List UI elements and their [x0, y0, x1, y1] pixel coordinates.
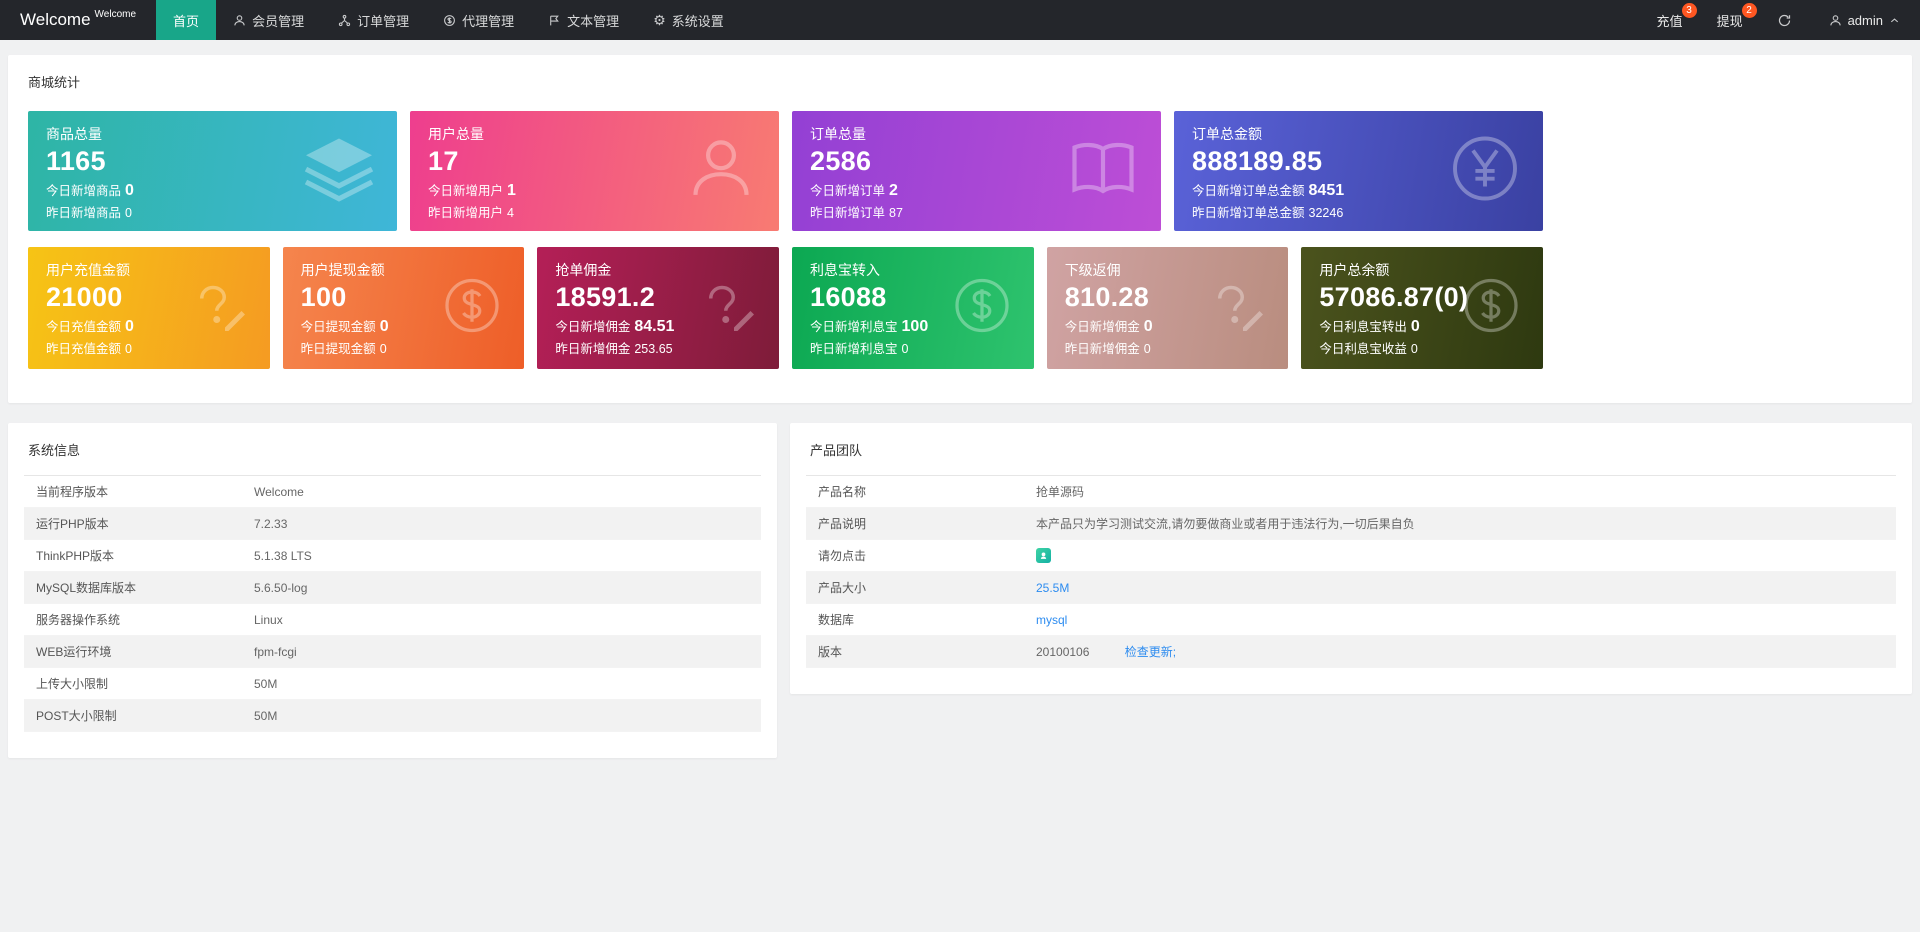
logo-superscript: Welcome [94, 8, 137, 20]
nav-item-label: 代理管理 [462, 13, 515, 29]
table-row: 产品说明 本产品只为学习测试交流,请勿要做商业或者用于违法行为,一切后果自负 [806, 507, 1896, 540]
table-row: 请勿点击 [806, 539, 1896, 572]
logo-text: Welcome [20, 10, 91, 29]
nav-item-home[interactable]: 首页 [156, 0, 217, 40]
top-navbar: Welcome Welcome 首页 会员管理 订单管理 代理管理 文本管理 ⚙… [0, 0, 1920, 40]
yen-circle-icon [1449, 133, 1521, 210]
stat-card-goods-total: 商品总量 1165 今日新增商品 0 昨日新增商品 0 [28, 111, 397, 231]
nav-item-text[interactable]: 文本管理 [531, 0, 636, 40]
stat-card-order-amount: 订单总金额 888189.85 今日新增订单总金额 8451 昨日新增订单总金额 3… [1174, 111, 1543, 231]
book-icon [1067, 133, 1139, 210]
nav-item-label: 订单管理 [357, 13, 410, 29]
stats-row-2: 用户充值金额 21000 今日充值金额 0 昨日充值金额 0 用户提现金额 100 … [28, 247, 1544, 369]
stats-panel: 商城统计 商品总量 1165 今日新增商品 0 昨日新增商品 0 用户总量 17 今… [8, 55, 1912, 403]
edit-icon [1206, 276, 1266, 341]
withdraw-badge: 2 [1741, 3, 1757, 18]
stat-card-withdraw-amount: 用户提现金额 100 今日提现金额 0 昨日提现金额 0 [282, 247, 525, 369]
chevron-up-icon [1889, 15, 1900, 26]
user-icon [233, 14, 246, 27]
stat-card-yesterday: 昨日新增佣金 253.65 [555, 342, 673, 356]
app-logo[interactable]: Welcome Welcome [0, 0, 156, 40]
nav-item-settings[interactable]: ⚙ 系统设置 [636, 0, 741, 40]
recharge-button[interactable]: 充值 3 [1640, 0, 1700, 40]
user-icon [1829, 14, 1842, 27]
withdraw-label: 提现 [1716, 13, 1743, 29]
refresh-icon [1777, 13, 1792, 28]
nav-item-agents[interactable]: 代理管理 [426, 0, 531, 40]
user-icon [685, 133, 757, 210]
nav-item-members[interactable]: 会员管理 [216, 0, 321, 40]
bottom-section: 系统信息 当前程序版本 Welcome 运行PHP版本 7.2.33 ThinkPH… [8, 423, 1912, 758]
flag-icon [548, 14, 561, 27]
recharge-badge: 3 [1681, 3, 1697, 18]
table-row: MySQL数据库版本 5.6.50-log [24, 571, 761, 604]
stat-card-user-balance: 用户总余额 57086.87(0) 今日利息宝转出 0 今日利息宝收益 0 [1301, 247, 1544, 369]
stat-card-yesterday: 昨日新增佣金 0 [1064, 342, 1151, 356]
edit-icon [188, 276, 248, 341]
stat-card-recharge-amount: 用户充值金额 21000 今日充值金额 0 昨日充值金额 0 [28, 247, 270, 369]
table-row: 当前程序版本 Welcome [24, 475, 761, 508]
nav-item-orders[interactable]: 订单管理 [321, 0, 426, 40]
username: admin [1847, 12, 1883, 28]
stat-card-yesterday: 今日利息宝收益 0 [1319, 342, 1418, 356]
layers-icon [303, 133, 375, 210]
dollar-circle-icon [443, 14, 456, 27]
stats-row-1: 商品总量 1165 今日新增商品 0 昨日新增商品 0 用户总量 17 今日新增用户… [28, 111, 1543, 231]
product-team-title: 产品团队 [810, 443, 863, 458]
table-row: 产品大小 25.5M [806, 571, 1896, 604]
withdraw-button[interactable]: 提现 2 [1700, 0, 1760, 40]
orders-icon [338, 14, 351, 27]
system-info-table: 当前程序版本 Welcome 运行PHP版本 7.2.33 ThinkPHP版本 5.… [24, 475, 761, 732]
stat-card-orders-total: 订单总量 2586 今日新增订单 2 昨日新增订单 87 [792, 111, 1161, 231]
refresh-button[interactable] [1760, 0, 1809, 40]
stat-card-interest-in: 利息宝转入 16088 今日新增利息宝 100 昨日新增利息宝 0 [792, 247, 1034, 369]
dollar-circle-icon [442, 276, 502, 341]
table-row: 运行PHP版本 7.2.33 [24, 507, 761, 540]
product-size-link[interactable]: 25.5M [1036, 581, 1069, 595]
table-row: 数据库 mysql [806, 603, 1896, 636]
table-row: 版本 20100106 检查更新; [806, 635, 1896, 668]
dollar-circle-icon [1461, 276, 1521, 341]
nav-item-label: 系统设置 [671, 13, 724, 29]
check-update-link[interactable]: 检查更新; [1125, 645, 1176, 659]
table-row: 上传大小限制 50M [24, 667, 761, 700]
table-row: ThinkPHP版本 5.1.38 LTS [24, 539, 761, 572]
stat-card-yesterday: 昨日充值金额 0 [46, 342, 132, 356]
stats-cards: 商品总量 1165 今日新增商品 0 昨日新增商品 0 用户总量 17 今日新增用户… [8, 107, 1912, 403]
gear-icon: ⚙ [653, 12, 666, 28]
system-info-title: 系统信息 [28, 443, 81, 458]
table-row: WEB运行环境 fpm-fcgi [24, 635, 761, 668]
user-menu[interactable]: admin [1809, 0, 1920, 40]
navbar-right: 充值 3 提现 2 admin [1640, 0, 1920, 40]
stat-card-yesterday: 昨日新增利息宝 0 [810, 342, 909, 356]
table-row: POST大小限制 50M [24, 699, 761, 732]
product-team-panel: 产品团队 产品名称 抢单源码 产品说明 本产品只为学习测试交流,请勿要做商业或者用于… [790, 423, 1912, 694]
stats-title: 商城统计 [28, 75, 81, 90]
system-info-panel: 系统信息 当前程序版本 Welcome 运行PHP版本 7.2.33 ThinkPH… [8, 423, 777, 758]
do-not-click-icon[interactable] [1036, 548, 1051, 564]
stat-card-sub-commission: 下级返佣 810.28 今日新增佣金 0 昨日新增佣金 0 [1046, 247, 1289, 369]
stat-card-grab-commission: 抢单佣金 18591.2 今日新增佣金 84.51 昨日新增佣金 253.65 [537, 247, 780, 369]
version-value: 20100106 [1036, 645, 1090, 659]
nav-item-label: 会员管理 [252, 13, 305, 29]
nav-item-label: 文本管理 [567, 13, 620, 29]
recharge-label: 充值 [1656, 13, 1683, 29]
product-team-table: 产品名称 抢单源码 产品说明 本产品只为学习测试交流,请勿要做商业或者用于违法行为,… [806, 475, 1896, 668]
nav-item-label: 首页 [173, 13, 200, 29]
stat-card-users-total: 用户总量 17 今日新增用户 1 昨日新增用户 4 [410, 111, 779, 231]
dollar-circle-icon [952, 276, 1012, 341]
edit-icon [697, 276, 757, 341]
database-link[interactable]: mysql [1036, 613, 1067, 627]
table-row: 服务器操作系统 Linux [24, 603, 761, 636]
stat-card-yesterday: 昨日提现金额 0 [300, 342, 387, 356]
table-row: 产品名称 抢单源码 [806, 475, 1896, 508]
